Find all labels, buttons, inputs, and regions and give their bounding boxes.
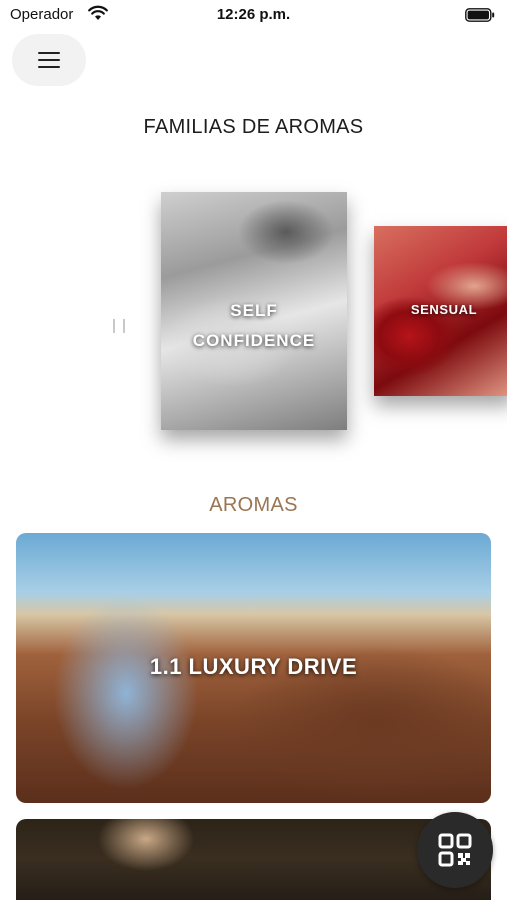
hamburger-menu-icon (38, 52, 60, 69)
families-title: FAMILIAS DE AROMAS (143, 116, 364, 138)
family-card-label-line1: SELF (230, 301, 278, 320)
battery-icon (465, 8, 495, 22)
aromas-title: AROMAS (209, 494, 298, 516)
aroma-card-luxury-drive[interactable]: 1.1 LUXURY DRIVE (16, 533, 491, 803)
aroma-card-label: 1.1 LUXURY DRIVE (149, 654, 358, 679)
family-card-label-line2: CONFIDENCE (192, 331, 316, 350)
status-bar: Operador 12:26 p.m. (0, 0, 507, 30)
status-time: 12:26 p.m. (216, 6, 291, 23)
family-card-label: SENSUAL (410, 302, 478, 317)
families-carousel[interactable]: SELF CONFIDENCE SENSUAL (0, 180, 507, 450)
qr-code-icon (438, 833, 472, 867)
family-card-sensual[interactable]: SENSUAL (374, 226, 507, 396)
family-card-label: SELF CONFIDENCE (161, 296, 347, 356)
menu-button[interactable] (12, 34, 86, 86)
carousel-handle-icon (113, 319, 125, 333)
qr-scan-button[interactable] (417, 812, 493, 888)
family-card-self-confidence[interactable]: SELF CONFIDENCE (161, 192, 347, 430)
